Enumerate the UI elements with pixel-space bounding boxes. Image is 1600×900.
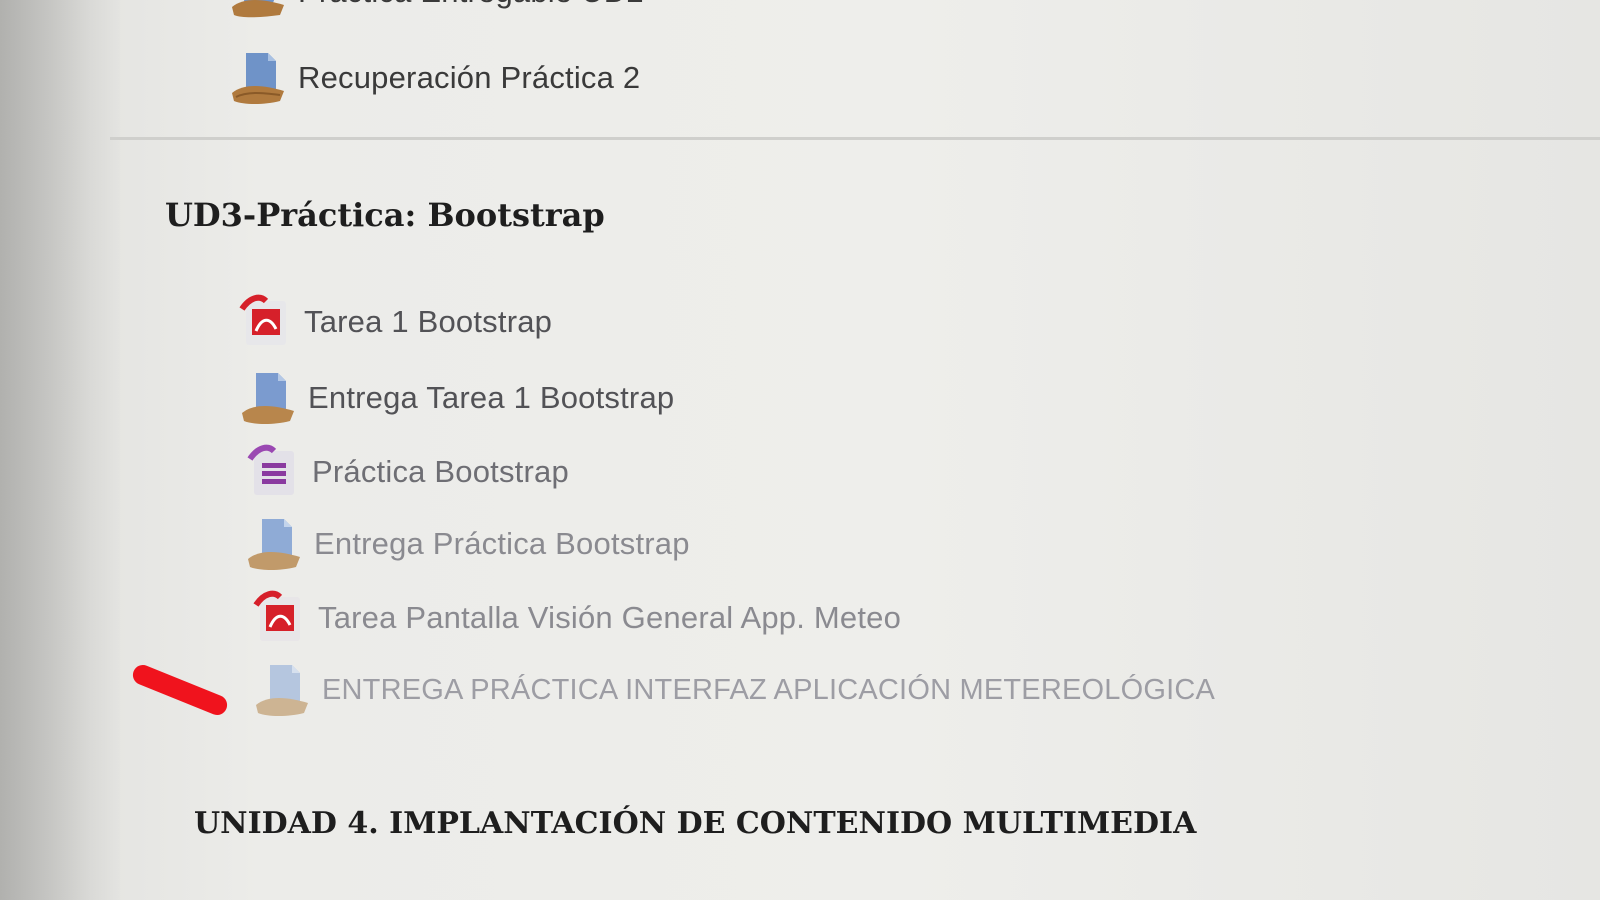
assignment-icon [248, 519, 300, 570]
assignment-icon [232, 53, 284, 104]
red-marker-annotation [129, 661, 231, 719]
assignment-icon [256, 665, 308, 716]
previous-section: Práctica Entregable UD2 Recuperación Prá… [0, 0, 1600, 140]
section-title-ud4: UNIDAD 4. IMPLANTACIÓN DE CONTENIDO MULT… [194, 806, 1197, 841]
activity-practica-entregable-ud2[interactable]: Práctica Entregable UD2 [230, 0, 644, 24]
activity-entrega-tarea-1-bootstrap[interactable]: Entrega Tarea 1 Bootstrap [240, 366, 674, 430]
activity-tarea-pantalla-vision-general[interactable]: Tarea Pantalla Visión General App. Meteo [250, 586, 901, 650]
activity-label: Práctica Entregable UD2 [298, 0, 644, 10]
activity-label: ENTREGA PRÁCTICA INTERFAZ APLICACIÓN MET… [322, 673, 1216, 706]
activity-entrega-practica-bootstrap[interactable]: Entrega Práctica Bootstrap [246, 512, 690, 576]
activity-entrega-practica-interfaz[interactable]: ENTREGA PRÁCTICA INTERFAZ APLICACIÓN MET… [254, 658, 1215, 722]
assignment-icon [232, 0, 284, 18]
activity-recuperacion-practica-2[interactable]: Recuperación Práctica 2 [230, 46, 640, 110]
section-title-ud3: UD3-Práctica: Bootstrap [165, 196, 605, 234]
course-page: Práctica Entregable UD2 Recuperación Prá… [0, 0, 1600, 900]
document-icon [247, 444, 294, 495]
activity-label: Entrega Tarea 1 Bootstrap [308, 380, 675, 415]
activity-label: Recuperación Práctica 2 [298, 60, 641, 95]
pdf-icon [239, 294, 286, 345]
pdf-icon [253, 590, 300, 641]
activity-tarea-1-bootstrap[interactable]: Tarea 1 Bootstrap [236, 290, 552, 354]
activity-label: Tarea 1 Bootstrap [304, 304, 553, 339]
assignment-icon [242, 373, 294, 424]
section-divider [110, 137, 1600, 140]
activity-label: Práctica Bootstrap [312, 454, 569, 489]
activity-practica-bootstrap[interactable]: Práctica Bootstrap [244, 440, 569, 504]
activity-label: Tarea Pantalla Visión General App. Meteo [318, 600, 902, 635]
activity-label: Entrega Práctica Bootstrap [314, 526, 690, 561]
